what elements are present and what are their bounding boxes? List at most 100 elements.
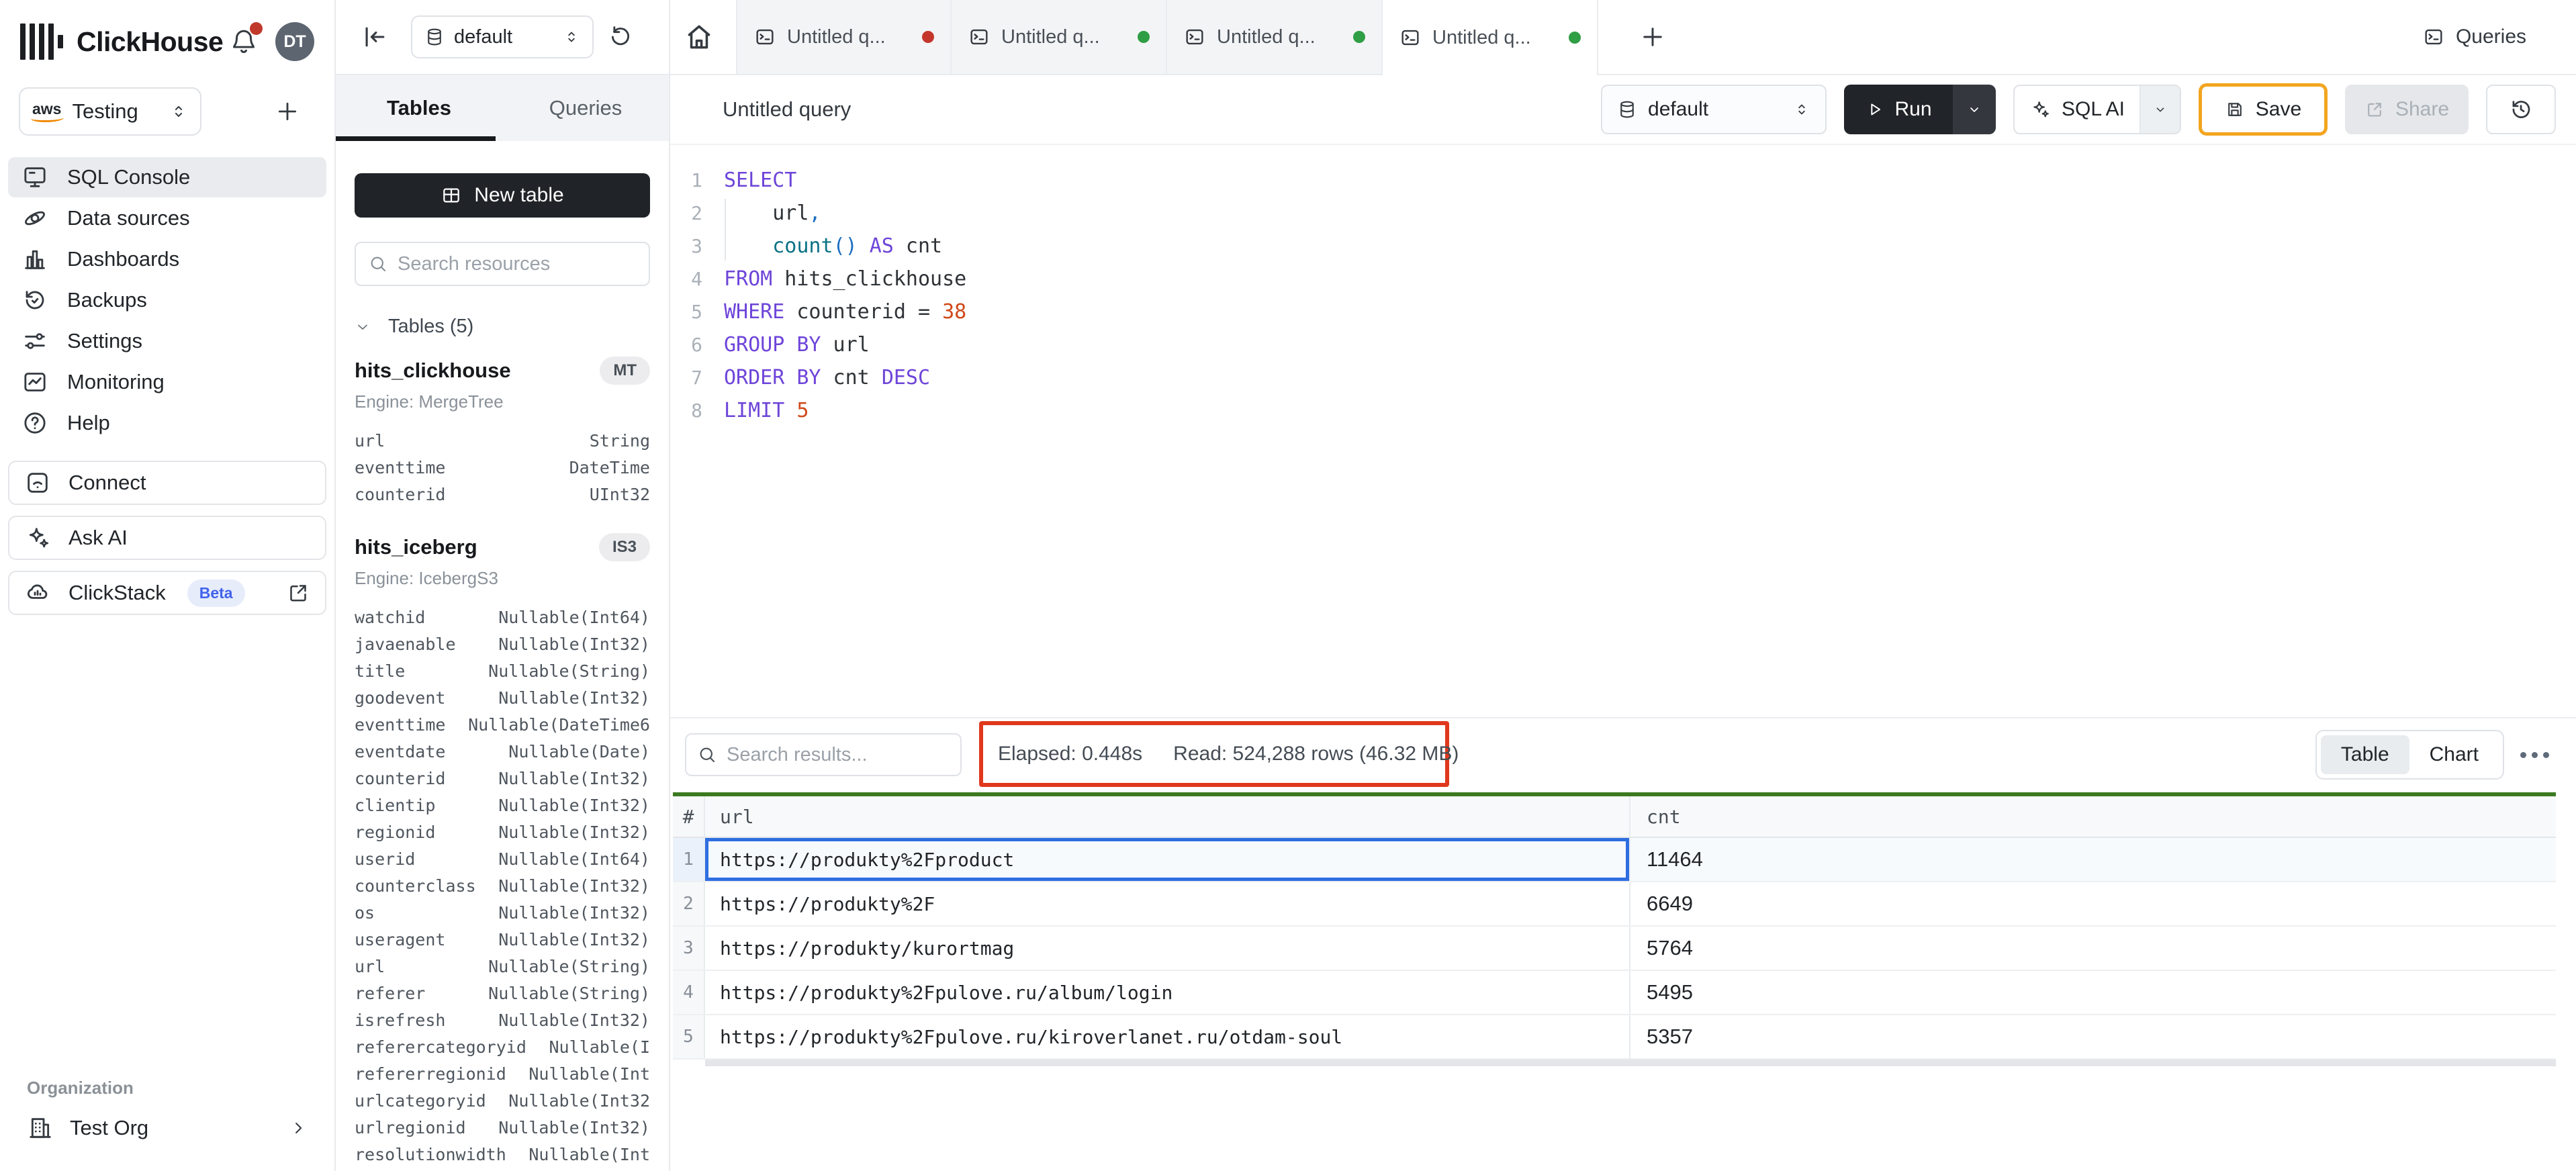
column-row: counteridUInt32 bbox=[355, 481, 650, 508]
database-selector[interactable]: default bbox=[411, 15, 594, 58]
tab-label: Untitled q... bbox=[1217, 26, 1342, 48]
code-line: 5 WHERE counterid = 38 bbox=[670, 295, 2576, 328]
aws-logo-icon: aws bbox=[32, 101, 61, 122]
table-row[interactable]: 4 https://produkty%2Fpulove.ru/album/log… bbox=[673, 971, 2556, 1015]
sql-ai-label: SQL AI bbox=[2062, 98, 2125, 121]
view-table-segment[interactable]: Table bbox=[2321, 735, 2409, 774]
cnt-cell[interactable]: 5495 bbox=[1630, 971, 2556, 1014]
results-more-menu-icon[interactable] bbox=[2520, 752, 2549, 758]
url-cell[interactable]: https://produkty%2Fpulove.ru/album/login bbox=[705, 971, 1630, 1014]
new-table-button[interactable]: New table bbox=[355, 173, 650, 218]
tab-untitled-query-2[interactable]: Untitled q... bbox=[952, 0, 1167, 74]
header-url[interactable]: url bbox=[705, 796, 1630, 837]
external-link-icon bbox=[286, 581, 310, 605]
ask-ai-button[interactable]: Ask AI bbox=[8, 516, 326, 560]
url-cell[interactable]: https://produkty/kurortmag bbox=[705, 927, 1630, 970]
table-entry-hits-clickhouse[interactable]: hits_clickhouse MT Engine: MergeTree url… bbox=[355, 357, 650, 508]
column-row: counterclassNullable(Int32) bbox=[355, 872, 650, 899]
share-label: Share bbox=[2395, 98, 2449, 121]
cnt-cell[interactable]: 5764 bbox=[1630, 927, 2556, 970]
column-row: goodeventNullable(Int32) bbox=[355, 684, 650, 711]
sql-editor[interactable]: 1 SELECT 2 url, 3 count() AS cnt 4 FROM … bbox=[670, 145, 2576, 717]
queries-button[interactable]: Queries bbox=[2422, 0, 2526, 74]
code-line: 4 FROM hits_clickhouse bbox=[670, 263, 2576, 295]
chevron-down-icon bbox=[355, 319, 371, 335]
user-avatar[interactable]: DT bbox=[275, 22, 314, 61]
table-row[interactable]: 1 https://produkty%2Fproduct 11464 bbox=[673, 838, 2556, 882]
results-search[interactable] bbox=[685, 733, 962, 776]
url-cell[interactable]: https://produkty%2Fpulove.ru/kiroverlane… bbox=[705, 1015, 1630, 1058]
query-database-selector[interactable]: default bbox=[1601, 85, 1827, 134]
monitoring-chart-icon bbox=[21, 369, 48, 395]
sidebar-item-sql-console[interactable]: SQL Console bbox=[8, 157, 326, 197]
clickstack-button[interactable]: ClickStack Beta bbox=[8, 571, 326, 615]
query-history-button[interactable] bbox=[2486, 85, 2556, 134]
row-index: 3 bbox=[673, 927, 705, 970]
url-cell-selected[interactable]: https://produkty%2Fproduct bbox=[705, 838, 1630, 881]
notifications-bell-icon[interactable] bbox=[230, 28, 258, 56]
workspace-selector[interactable]: aws Testing bbox=[19, 87, 201, 136]
sql-ai-button[interactable]: SQL AI bbox=[2015, 86, 2140, 133]
search-icon bbox=[697, 745, 717, 765]
save-button[interactable]: Save bbox=[2199, 83, 2328, 136]
cnt-cell[interactable]: 5357 bbox=[1630, 1015, 2556, 1058]
sql-ai-options-button[interactable] bbox=[2140, 86, 2180, 133]
column-row: resolutionwidthNullable(Int bbox=[355, 1141, 650, 1168]
chevron-updown-icon bbox=[1793, 101, 1810, 118]
results-search-input[interactable] bbox=[727, 744, 950, 766]
tab-untitled-query-1[interactable]: Untitled q... bbox=[736, 0, 952, 74]
tab-untitled-query-4-active[interactable]: Untitled q... bbox=[1383, 0, 1598, 75]
table-entry-hits-iceberg[interactable]: hits_iceberg IS3 Engine: IcebergS3 watch… bbox=[355, 533, 650, 1171]
sidebar-item-data-sources[interactable]: Data sources bbox=[8, 198, 326, 238]
tab-queries[interactable]: Queries bbox=[502, 75, 669, 141]
beta-badge: Beta bbox=[187, 579, 245, 607]
table-row[interactable]: 5 https://produkty%2Fpulove.ru/kiroverla… bbox=[673, 1015, 2556, 1060]
clickstack-label: ClickStack bbox=[68, 581, 166, 605]
console-monitor-icon bbox=[21, 164, 48, 191]
row-index: 5 bbox=[673, 1015, 705, 1058]
run-button[interactable]: Run bbox=[1844, 85, 1953, 134]
orbit-icon bbox=[21, 205, 48, 232]
column-row: urlString bbox=[355, 427, 650, 454]
run-button-group: Run bbox=[1844, 85, 1996, 134]
query-title[interactable]: Untitled query bbox=[723, 97, 851, 122]
line-number: 2 bbox=[670, 202, 702, 224]
collapse-panel-icon[interactable] bbox=[360, 22, 389, 52]
refresh-icon[interactable] bbox=[607, 24, 634, 50]
column-row: urlcategoryidNullable(Int32 bbox=[355, 1087, 650, 1114]
engine-badge: MT bbox=[600, 357, 650, 385]
header-cnt[interactable]: cnt bbox=[1630, 796, 2556, 837]
share-button-disabled[interactable]: Share bbox=[2345, 85, 2469, 134]
tab-tables[interactable]: Tables bbox=[336, 75, 502, 141]
sidebar-item-settings[interactable]: Settings bbox=[8, 321, 326, 361]
cnt-cell[interactable]: 11464 bbox=[1630, 838, 2556, 881]
horizontal-scrollbar[interactable] bbox=[705, 1060, 2556, 1066]
tab-untitled-query-3[interactable]: Untitled q... bbox=[1167, 0, 1383, 74]
table-row[interactable]: 2 https://produkty%2F 6649 bbox=[673, 882, 2556, 927]
new-tab-plus-icon[interactable] bbox=[1639, 23, 1667, 51]
view-chart-segment[interactable]: Chart bbox=[2409, 735, 2499, 774]
org-switcher[interactable]: Test Org bbox=[27, 1115, 308, 1141]
query-toolbar: Untitled query default Run bbox=[670, 75, 2576, 145]
cnt-cell[interactable]: 6649 bbox=[1630, 882, 2556, 925]
elapsed-stat: Elapsed: 0.448s bbox=[998, 743, 1142, 765]
resources-search-input[interactable] bbox=[398, 253, 637, 275]
sidebar-item-monitoring[interactable]: Monitoring bbox=[8, 362, 326, 402]
sidebar-item-dashboards[interactable]: Dashboards bbox=[8, 239, 326, 279]
table-row[interactable]: 3 https://produkty/kurortmag 5764 bbox=[673, 927, 2556, 971]
workspace-name: Testing bbox=[72, 99, 158, 124]
resources-tabs: Tables Queries bbox=[336, 75, 669, 141]
table-engine: Engine: IcebergS3 bbox=[355, 568, 650, 589]
query-tabs: Untitled q... Untitled q... Untitled q..… bbox=[736, 0, 1598, 75]
tables-section-header[interactable]: Tables (5) bbox=[355, 316, 650, 338]
resources-search[interactable] bbox=[355, 242, 650, 286]
url-cell[interactable]: https://produkty%2F bbox=[705, 882, 1630, 925]
column-row: eventtimeDateTime bbox=[355, 454, 650, 481]
add-workspace-button[interactable] bbox=[274, 98, 301, 125]
header-index[interactable]: # bbox=[673, 796, 705, 837]
connect-button[interactable]: Connect bbox=[8, 461, 326, 505]
sidebar-item-help[interactable]: Help bbox=[8, 403, 326, 443]
run-options-button[interactable] bbox=[1953, 85, 1996, 134]
sidebar-item-backups[interactable]: Backups bbox=[8, 280, 326, 320]
home-icon[interactable] bbox=[682, 20, 716, 54]
